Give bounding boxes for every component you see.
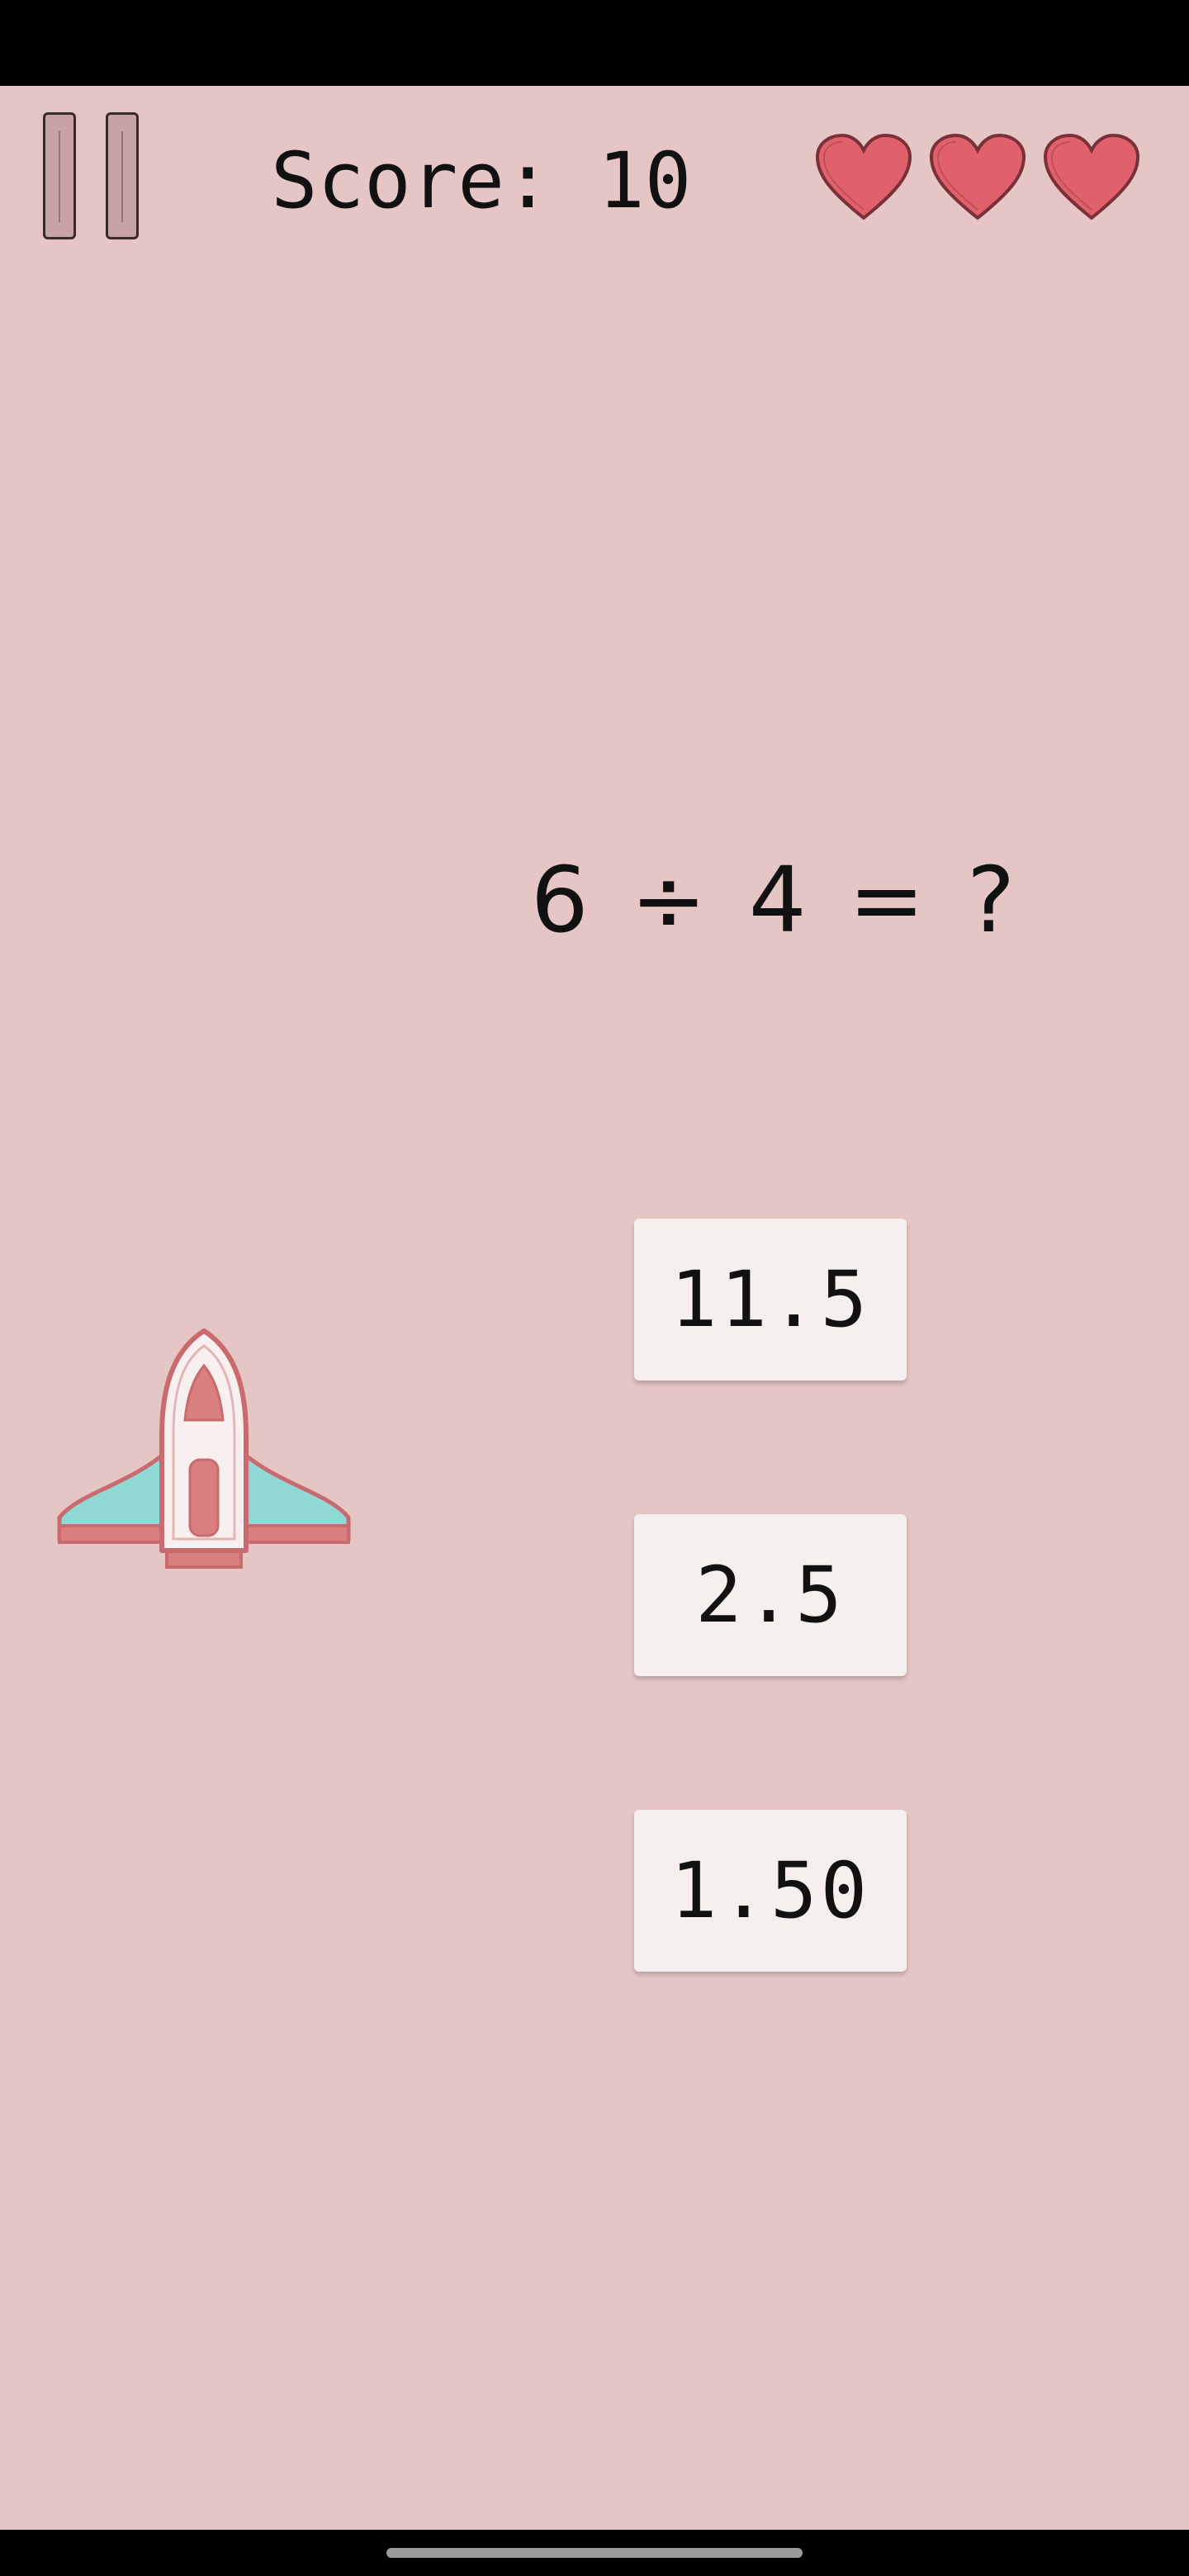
answer-option[interactable]: 11.5 bbox=[634, 1219, 907, 1380]
game-area bbox=[0, 86, 1189, 2530]
math-question: 6 ÷ 4 = ? bbox=[530, 847, 1022, 953]
home-indicator[interactable] bbox=[386, 2548, 803, 2558]
pause-button[interactable] bbox=[41, 112, 145, 244]
rocket-icon[interactable] bbox=[54, 1328, 353, 1592]
heart-icon bbox=[929, 133, 1026, 220]
lives-indicator bbox=[814, 132, 1144, 223]
answer-option[interactable]: 2.5 bbox=[634, 1514, 907, 1676]
status-bar bbox=[0, 0, 1189, 86]
score-label: Score: 10 bbox=[271, 136, 692, 226]
pause-icon bbox=[106, 112, 139, 239]
heart-icon bbox=[1043, 133, 1140, 220]
heart-icon bbox=[815, 133, 912, 220]
pause-icon bbox=[43, 112, 76, 239]
answer-option[interactable]: 1.50 bbox=[634, 1810, 907, 1972]
